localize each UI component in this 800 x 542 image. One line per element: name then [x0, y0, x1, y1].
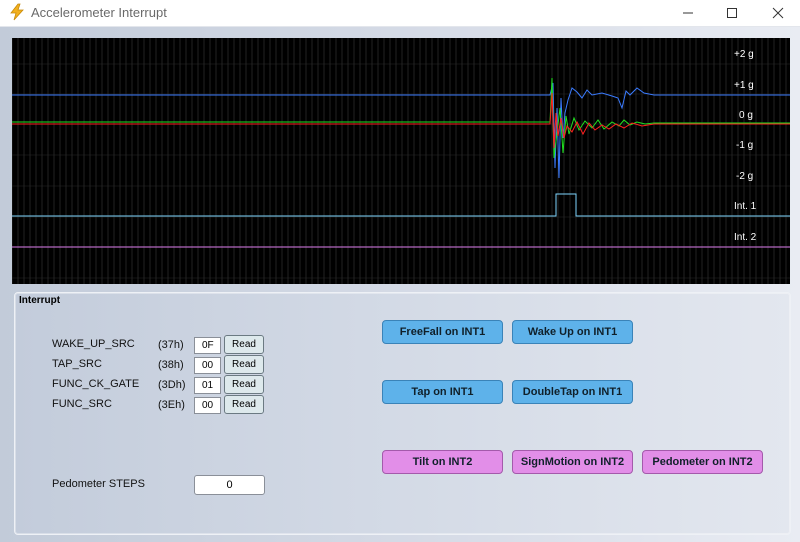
register-name: FUNC_SRC: [52, 398, 112, 410]
window-title: Accelerometer Interrupt: [31, 5, 167, 20]
register-address: (3Dh): [158, 379, 186, 391]
tap-int1-button[interactable]: Tap on INT1: [382, 380, 503, 404]
int1-trace: [12, 193, 790, 217]
register-name: TAP_SRC: [52, 358, 102, 370]
wakeup-int1-button[interactable]: Wake Up on INT1: [512, 320, 633, 344]
plot-canvas: +2 g +1 g 0 g -1 g -2 g Int. 1 Int. 2: [12, 38, 790, 284]
pedometer-int2-button[interactable]: Pedometer on INT2: [642, 450, 763, 474]
register-value-field[interactable]: 00: [194, 397, 221, 414]
signmotion-int2-button[interactable]: SignMotion on INT2: [512, 450, 633, 474]
register-value-field[interactable]: 01: [194, 377, 221, 394]
lightning-icon: [10, 3, 24, 21]
register-value-field[interactable]: 0F: [194, 337, 221, 354]
maximize-icon: [727, 8, 737, 18]
pedometer-steps-label: Pedometer STEPS: [52, 478, 145, 490]
y-axis-trace: [12, 77, 790, 159]
label-minus1g: -1 g: [736, 140, 753, 151]
doubletap-int1-button[interactable]: DoubleTap on INT1: [512, 380, 633, 404]
register-address: (37h): [158, 339, 184, 351]
read-button[interactable]: Read: [224, 335, 264, 354]
register-address: (3Eh): [158, 399, 185, 411]
register-address: (38h): [158, 359, 184, 371]
z-axis-trace: [12, 82, 790, 179]
y-axis-labels: +2 g +1 g 0 g -1 g -2 g Int. 1 Int. 2: [734, 49, 757, 243]
register-name: WAKE_UP_SRC: [52, 338, 135, 350]
panel-title: Interrupt: [19, 295, 61, 306]
register-value-field[interactable]: 00: [194, 357, 221, 374]
label-plus1g: +1 g: [734, 80, 754, 91]
label-int2: Int. 2: [734, 232, 757, 243]
x-axis-trace: [12, 92, 790, 149]
label-0g: 0 g: [739, 110, 753, 121]
title-bar: Accelerometer Interrupt: [0, 0, 800, 27]
close-button[interactable]: [755, 0, 800, 26]
pedometer-steps-field[interactable]: 0: [194, 475, 265, 495]
read-button[interactable]: Read: [224, 355, 264, 374]
minimize-button[interactable]: [665, 0, 711, 26]
label-minus2g: -2 g: [736, 171, 753, 182]
tilt-int2-button[interactable]: Tilt on INT2: [382, 450, 503, 474]
label-int1: Int. 1: [734, 201, 757, 212]
register-name: FUNC_CK_GATE: [52, 378, 140, 390]
app-window: Accelerometer Interrupt +2 g +1 g 0 g -1…: [0, 0, 800, 542]
read-button[interactable]: Read: [224, 395, 264, 414]
close-icon: [772, 7, 784, 19]
minimize-icon: [683, 12, 693, 14]
maximize-button[interactable]: [709, 0, 755, 26]
signal-plot: +2 g +1 g 0 g -1 g -2 g Int. 1 Int. 2: [12, 38, 790, 284]
freefall-int1-button[interactable]: FreeFall on INT1: [382, 320, 503, 344]
read-button[interactable]: Read: [224, 375, 264, 394]
label-plus2g: +2 g: [734, 49, 754, 60]
